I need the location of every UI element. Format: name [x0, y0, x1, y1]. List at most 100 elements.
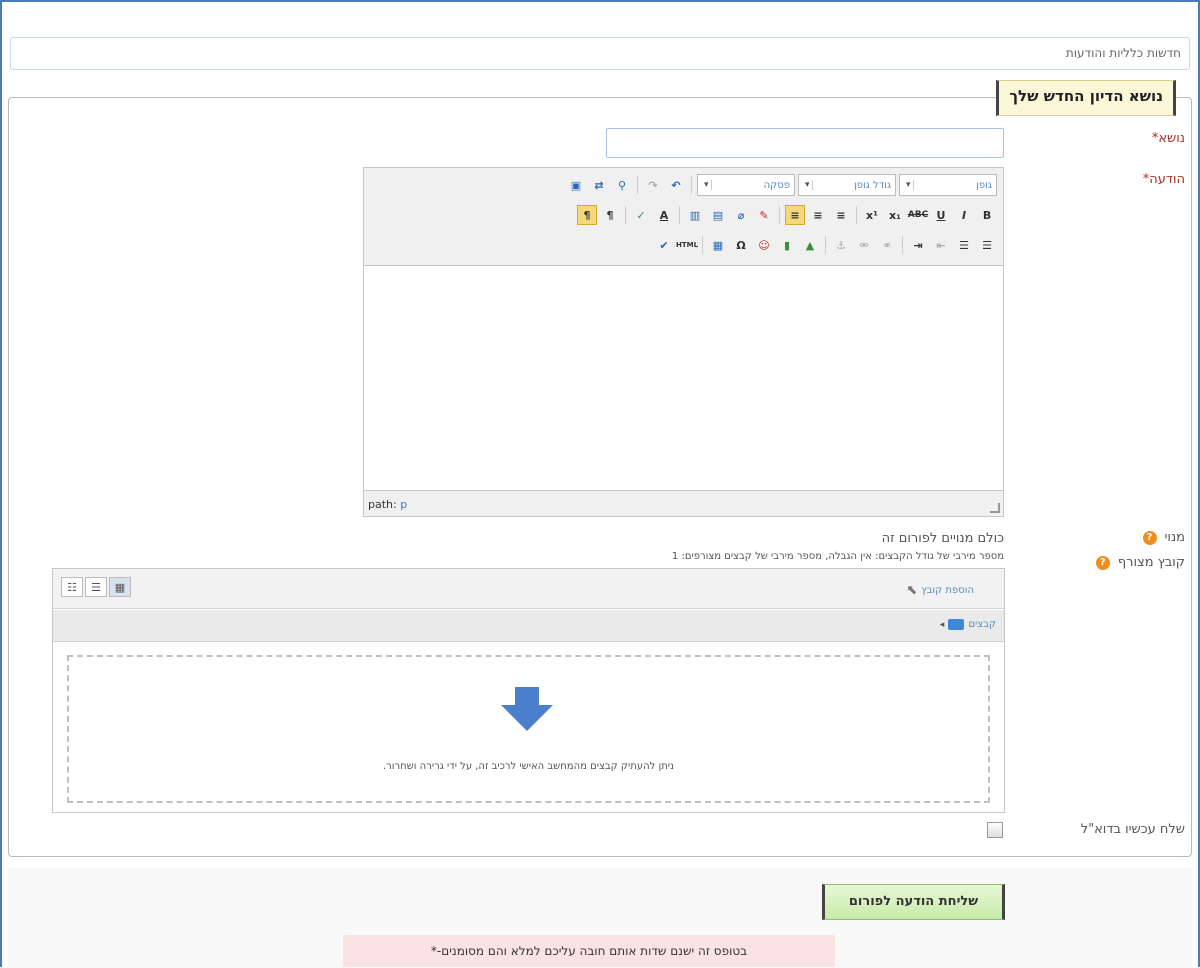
redo-icon[interactable]: ↷ — [643, 175, 663, 195]
indent-icon[interactable]: ⇥ — [908, 235, 928, 255]
toolbar-row-1: גופן ▾ גודל גופן ▾ פסקה ▾ ↶ ↷ ⚲ ⇄ ▣ — [566, 174, 997, 196]
toolbar-separator — [625, 206, 626, 224]
unordered-list-icon[interactable]: ☰ — [977, 235, 997, 255]
subscript-icon[interactable]: x₁ — [885, 205, 905, 225]
subscription-label-text: מנוי — [1164, 530, 1185, 545]
submit-post-button[interactable]: שליחת הודעה לפורום — [822, 884, 1005, 920]
underline-icon[interactable]: U — [931, 205, 951, 225]
tree-view-icon[interactable]: ☷ — [61, 577, 83, 597]
editor-content-area[interactable] — [364, 265, 1003, 491]
clean-icon[interactable]: ✎ — [754, 205, 774, 225]
replace-icon[interactable]: ⇄ — [589, 175, 609, 195]
toolbar-separator — [702, 236, 703, 254]
caret-icon: ◂ — [939, 619, 945, 630]
attachment-label: קובץ מצורף ? — [1095, 555, 1185, 570]
editor-path: path: p — [368, 498, 407, 511]
undo-icon[interactable]: ↶ — [666, 175, 686, 195]
breadcrumb[interactable]: חדשות כלליות והודעות — [10, 37, 1190, 70]
align-right-icon[interactable]: ≡ — [831, 205, 851, 225]
folder-label: קבצים — [968, 619, 996, 630]
drop-zone[interactable]: ניתן להעתיק קבצים מהמחשב האישי לרכיב זה,… — [67, 655, 990, 803]
special-char-icon[interactable]: Ω — [731, 235, 751, 255]
file-manager-toolbar: הוספת קובץ ⬉ ▦ ☰ ☷ — [53, 569, 1004, 609]
required-fields-note: בטופס זה ישנם שדות אותם חובה עליכם למלא … — [343, 935, 835, 967]
subject-input[interactable] — [606, 128, 1004, 158]
toolbar-separator — [679, 206, 680, 224]
ordered-list-icon[interactable]: ☰ — [954, 235, 974, 255]
paragraph-select[interactable]: פסקה ▾ — [697, 174, 795, 196]
add-file-button[interactable]: הוספת קובץ ⬉ — [906, 583, 974, 598]
emoticon-icon[interactable]: ☺ — [754, 235, 774, 255]
font-size-select-value: גודל גופן — [854, 179, 891, 191]
required-note-text: בטופס זה ישנם שדות אותם חובה עליכם למלא … — [430, 944, 748, 958]
view-mode-buttons: ▦ ☰ ☷ — [61, 577, 131, 597]
toolbar-separator — [637, 176, 638, 194]
highlight-color-icon[interactable]: ✓ — [631, 205, 651, 225]
rtl-icon[interactable]: ¶ — [577, 205, 597, 225]
toolbar-separator — [856, 206, 857, 224]
toolbar-row-2: B I U ABC x₁ x¹ ≡ ≡ ≡ ✎ ⌀ ▤ ▥ A ✓ ¶ ¶ — [577, 204, 997, 226]
text-color-icon[interactable]: A — [654, 205, 674, 225]
subscription-text: כולם מנויים לפורום זה — [881, 531, 1004, 546]
toolbar-separator — [691, 176, 692, 194]
bold-icon[interactable]: B — [977, 205, 997, 225]
ltr-icon[interactable]: ¶ — [600, 205, 620, 225]
image-icon[interactable]: ▲ — [800, 235, 820, 255]
superscript-icon[interactable]: x¹ — [862, 205, 882, 225]
mail-now-label-text: שלח עכשיו בדוא"ל — [1080, 822, 1185, 837]
toolbar-separator — [902, 236, 903, 254]
html-source-icon[interactable]: HTML — [676, 235, 698, 255]
paste-text-icon[interactable]: ▥ — [685, 205, 705, 225]
unlink-icon[interactable]: ⚮ — [854, 235, 874, 255]
mail-now-checkbox[interactable] — [987, 822, 1003, 838]
message-label: הודעה* — [1143, 172, 1185, 187]
icon-view-icon[interactable]: ▦ — [109, 577, 131, 597]
font-family-select-value: גופן — [976, 179, 992, 191]
outdent-icon[interactable]: ⇤ — [931, 235, 951, 255]
attachment-label-text: קובץ מצורף — [1117, 555, 1185, 570]
paste-word-icon[interactable]: ▤ — [708, 205, 728, 225]
link-icon[interactable]: ⚭ — [877, 235, 897, 255]
table-icon[interactable]: ▦ — [708, 235, 728, 255]
fieldset-legend: נושא הדיון החדש שלך — [996, 80, 1176, 116]
toolbar-separator — [779, 206, 780, 224]
font-size-select[interactable]: גודל גופן ▾ — [798, 174, 896, 196]
subject-label-text: נושא — [1158, 131, 1185, 146]
paragraph-select-value: פסקה — [763, 179, 790, 191]
help-icon[interactable]: ? — [1142, 530, 1157, 545]
download-arrow-icon — [501, 687, 553, 731]
folder-icon — [948, 619, 965, 630]
subject-label: נושא* — [1152, 131, 1185, 146]
strikethrough-icon[interactable]: ABC — [908, 205, 928, 225]
editor-path-label: path: — [368, 498, 397, 511]
drop-zone-text: ניתן להעתיק קבצים מהמחשב האישי לרכיב זה,… — [382, 761, 675, 772]
anchor-icon[interactable]: ⚓ — [831, 235, 851, 255]
chevron-down-icon: ▾ — [803, 180, 813, 190]
editor-path-value[interactable]: p — [400, 498, 407, 511]
help-icon[interactable]: ? — [1095, 555, 1110, 570]
mail-now-label: שלח עכשיו בדוא"ל — [1081, 822, 1185, 837]
italic-icon[interactable]: I — [954, 205, 974, 225]
file-manager-path-bar: קבצים ◂ — [53, 610, 1004, 642]
add-file-icon: ⬉ — [906, 583, 918, 598]
list-view-icon[interactable]: ☰ — [85, 577, 107, 597]
chevron-down-icon: ▾ — [904, 180, 914, 190]
eraser-icon[interactable]: ⌀ — [731, 205, 751, 225]
folder-link[interactable]: קבצים ◂ — [940, 619, 996, 630]
message-label-text: הודעה — [1149, 172, 1185, 187]
subscription-label: מנוי ? — [1142, 530, 1185, 545]
font-family-select[interactable]: גופן ▾ — [899, 174, 997, 196]
align-left-icon[interactable]: ≡ — [785, 205, 805, 225]
file-manager: הוספת קובץ ⬉ ▦ ☰ ☷ קבצים ◂ ניתן להעתיק ק… — [52, 568, 1005, 813]
attachment-limits-text: מספר מירבי של גודל הקבצים: אין הגבלה, מס… — [671, 551, 1004, 562]
find-icon[interactable]: ⚲ — [612, 175, 632, 195]
resize-handle[interactable] — [990, 503, 1000, 513]
html-editor: גופן ▾ גודל גופן ▾ פסקה ▾ ↶ ↷ ⚲ ⇄ ▣ B I U A… — [363, 167, 1004, 517]
chevron-down-icon: ▾ — [702, 180, 712, 190]
align-center-icon[interactable]: ≡ — [808, 205, 828, 225]
fullscreen-icon[interactable]: ▣ — [566, 175, 586, 195]
spellcheck-icon[interactable]: ✔ — [654, 235, 674, 255]
toolbar-row-3: ☰ ☰ ⇤ ⇥ ⚭ ⚮ ⚓ ▲ ▮ ☺ Ω ▦ HTML ✔ — [654, 234, 997, 256]
media-icon[interactable]: ▮ — [777, 235, 797, 255]
toolbar-separator — [825, 236, 826, 254]
